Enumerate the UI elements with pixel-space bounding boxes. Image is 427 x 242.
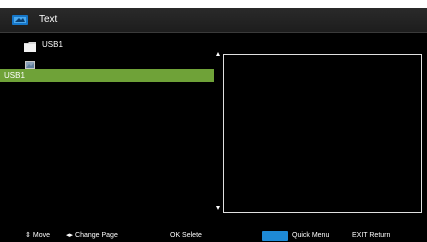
hint-move-label: Move: [32, 232, 50, 239]
up-down-arrows-icon: ⇕: [25, 232, 31, 239]
folder-icon: [24, 39, 36, 52]
text-app-icon: [12, 13, 28, 25]
hint-exit-return: EXIT Return: [352, 232, 391, 239]
page-title: Text: [39, 14, 58, 25]
hint-change-page-label: Change Page: [75, 232, 118, 239]
file-list-panel: USB1 USB1: [0, 34, 214, 206]
top-edge-strip: [0, 0, 427, 8]
list-item-selected[interactable]: USB1: [0, 69, 214, 82]
scroll-down-arrow-icon[interactable]: [216, 206, 220, 210]
preview-pane: [223, 54, 422, 213]
hint-ok-select: OK Selete: [170, 232, 202, 239]
folder-label: USB1: [42, 40, 63, 49]
title-bar: Text: [0, 8, 427, 32]
header-divider: [0, 32, 427, 33]
left-right-arrows-icon: ◂▸: [66, 232, 74, 239]
list-item-folder[interactable]: USB1: [0, 38, 214, 52]
hint-quick-menu: Quick Menu: [292, 232, 330, 239]
footer-hints: ⇕ Move ◂▸ Change Page OK Selete Quick Menu…: [0, 230, 427, 242]
hint-move: ⇕ Move: [25, 230, 50, 242]
file-icon: [25, 56, 35, 69]
selected-item-label: USB1: [4, 71, 25, 80]
scroll-up-arrow-icon[interactable]: [216, 52, 220, 56]
hint-change-page: ◂▸ Change Page: [66, 230, 118, 242]
blue-key-icon: [262, 231, 288, 241]
list-item-file[interactable]: [0, 54, 214, 69]
